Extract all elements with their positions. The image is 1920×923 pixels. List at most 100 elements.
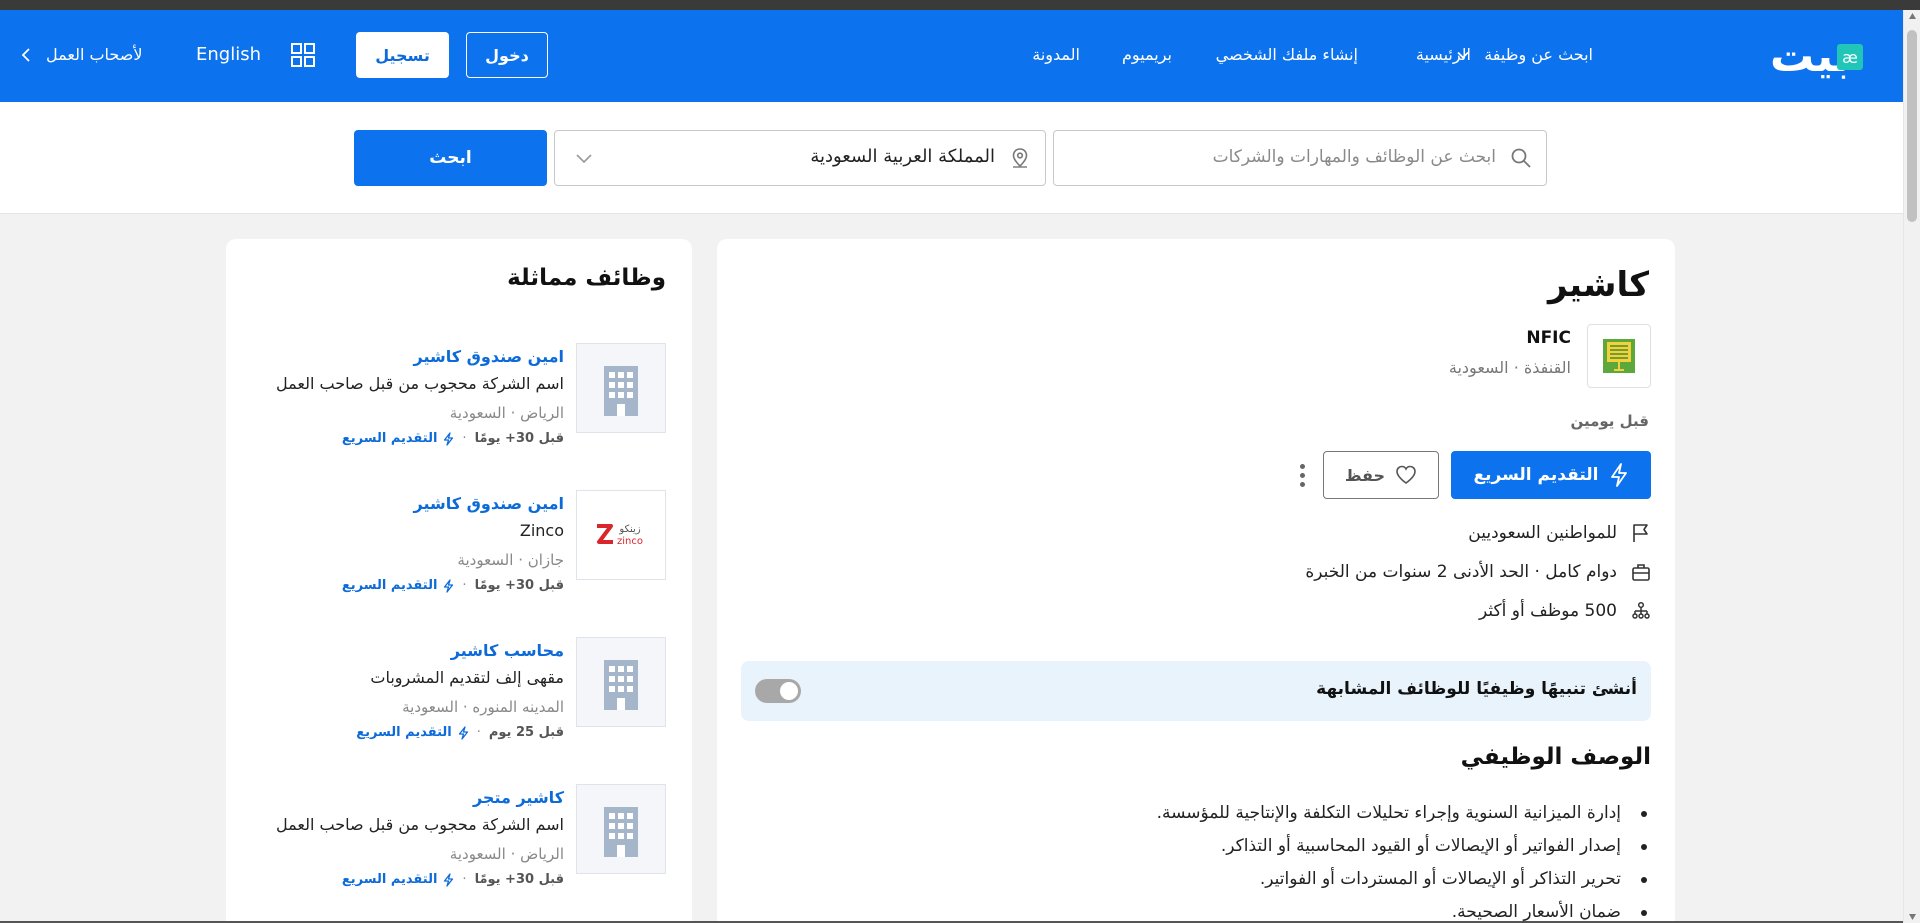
location-value: المملكة العربية السعودية <box>810 146 995 167</box>
scroll-thumb[interactable] <box>1907 30 1917 222</box>
separator-dot: · <box>462 578 467 593</box>
save-label: حفظ <box>1344 465 1386 485</box>
svg-text:æ: æ <box>1842 48 1858 67</box>
description-title: الوصف الوظيفي <box>1460 744 1651 770</box>
separator-dot: · <box>462 872 467 887</box>
nav-blog[interactable]: المدونة <box>1032 40 1080 70</box>
briefcase-icon <box>1632 564 1650 581</box>
job-alert-box: أنشئ تنبيهًا وظيفيًا للوظائف المشابهة <box>741 661 1651 721</box>
similar-job-item[interactable]: زينكو zinco امين صندوق كاشير Zinco جازان… <box>246 490 666 610</box>
similar-job-age: قبل 25 يوم <box>488 725 564 740</box>
save-button[interactable]: حفظ <box>1323 451 1439 499</box>
similar-jobs-card: وظائف مماثلة امين صندوق كاشير اسم الشركة… <box>226 239 692 923</box>
similar-quick-apply[interactable]: التقديم السريع <box>342 431 455 446</box>
nav-find-job[interactable]: ابحث عن وظيفة <box>1456 40 1593 70</box>
flag-icon <box>1633 524 1648 542</box>
posted-time: قبل يومين <box>1570 412 1649 430</box>
similar-quick-apply-label: التقديم السريع <box>356 725 452 740</box>
similar-job-meta: قبل 30+ يومًا · التقديم السريع <box>342 578 564 593</box>
similar-job-company: مقهى إلف لتقديم المشروبات <box>370 668 564 687</box>
scroll-down-icon[interactable] <box>1908 913 1917 921</box>
similar-job-title[interactable]: كاشير متجر <box>473 788 564 807</box>
similar-job-title[interactable]: امين صندوق كاشير <box>414 494 564 513</box>
job-alert-text: أنشئ تنبيهًا وظيفيًا للوظائف المشابهة <box>1316 679 1637 699</box>
company-name[interactable]: NFIC <box>1526 328 1571 348</box>
similar-quick-apply-label: التقديم السريع <box>341 872 438 887</box>
search-bar: ابحث عن الوظائف والمهارات والشركات الممل… <box>0 102 1903 214</box>
similar-job-location: الرياض · السعودية <box>449 404 564 422</box>
logo-badge-icon: æ <box>1837 44 1863 70</box>
nav-premium[interactable]: بريميوم <box>1122 40 1172 70</box>
description-item: تحرير التذاكر أو الإيصالات أو المستردات … <box>1031 863 1651 896</box>
more-options-icon[interactable] <box>1295 458 1309 492</box>
bayt-logo[interactable]: بيت æ <box>1735 30 1863 84</box>
company-logo <box>576 343 666 433</box>
fact-employment: دوام كامل · الحد الأدنى 2 سنوات من الخبر… <box>1305 562 1651 582</box>
quick-apply-label: التقديم السريع <box>1473 465 1599 485</box>
similar-quick-apply-label: التقديم السريع <box>341 431 438 446</box>
similar-job-age: قبل 30+ يومًا <box>474 872 564 887</box>
chevron-down-icon <box>1457 51 1469 59</box>
building-icon <box>604 807 638 857</box>
similar-quick-apply-label: التقديم السريع <box>341 578 438 593</box>
scroll-up-icon[interactable] <box>1908 12 1917 20</box>
apps-grid-icon[interactable] <box>290 42 316 68</box>
job-title: كاشير <box>1547 265 1649 305</box>
register-button[interactable]: تسجيل <box>356 32 449 78</box>
org-chart-icon <box>1632 601 1650 619</box>
similar-job-age: قبل 30+ يومًا <box>474 578 564 593</box>
fact-nationality: للمواطنين السعوديين <box>1468 523 1651 543</box>
similar-quick-apply[interactable]: التقديم السريع <box>342 578 455 593</box>
building-icon <box>604 660 638 710</box>
location-pin-icon <box>1012 148 1028 168</box>
similar-job-meta: قبل 25 يوم · التقديم السريع <box>356 725 564 740</box>
search-button[interactable]: ابحث <box>354 130 547 186</box>
lightning-icon <box>444 872 454 887</box>
company-logo[interactable] <box>1587 324 1651 388</box>
similar-quick-apply[interactable]: التقديم السريع <box>356 725 469 740</box>
lightning-icon <box>458 725 468 740</box>
page-scrollbar[interactable] <box>1903 10 1920 923</box>
lightning-icon <box>444 578 454 593</box>
location-select[interactable]: المملكة العربية السعودية <box>554 130 1046 186</box>
employers-link[interactable]: لأصحاب العمل <box>20 40 142 70</box>
login-button[interactable]: دخول <box>466 32 548 78</box>
similar-job-item[interactable]: كاشير متجر اسم الشركة محجوب من قبل صاحب … <box>246 784 666 904</box>
similar-jobs-title: وظائف مماثلة <box>507 265 666 291</box>
similar-job-meta: قبل 30+ يومًا · التقديم السريع <box>342 431 564 446</box>
company-logo <box>576 637 666 727</box>
heart-icon <box>1396 465 1416 484</box>
similar-job-age: قبل 30+ يومًا <box>474 431 564 446</box>
separator-dot: · <box>462 431 467 446</box>
similar-job-title[interactable]: محاسب كاشير <box>451 641 564 660</box>
description-item: ضمان الأسعار الصحيحة. <box>1031 896 1651 923</box>
similar-job-item[interactable]: امين صندوق كاشير اسم الشركة محجوب من قبل… <box>246 343 666 463</box>
fact-company-size-text: 500 موظف أو أكثر <box>1479 601 1617 621</box>
lightning-icon <box>1611 463 1628 487</box>
quick-apply-button[interactable]: التقديم السريع <box>1451 451 1651 499</box>
fact-company-size: 500 موظف أو أكثر <box>1479 601 1651 621</box>
similar-job-item[interactable]: محاسب كاشير مقهى إلف لتقديم المشروبات ال… <box>246 637 666 757</box>
company-logo <box>576 784 666 874</box>
similar-job-meta: قبل 30+ يومًا · التقديم السريع <box>342 872 564 887</box>
company-location: القنفذة · السعودية <box>1448 358 1571 377</box>
nfic-logo-icon <box>1603 339 1635 373</box>
language-switch[interactable]: English <box>196 40 261 70</box>
similar-job-location: جازان · السعودية <box>457 551 564 569</box>
chevron-left-icon <box>21 48 30 62</box>
nav-create-profile[interactable]: إنشاء ملفك الشخصي <box>1216 40 1358 70</box>
job-details-card: كاشير NFIC القنفذة · السعودية قبل يومين … <box>717 239 1675 923</box>
company-logo: زينكو zinco <box>576 490 666 580</box>
employers-label: لأصحاب العمل <box>46 45 143 64</box>
similar-job-company: اسم الشركة محجوب من قبل صاحب العمل <box>276 815 564 834</box>
top-navigation: بيت æ الرئيسية ابحث عن وظيفة إنشاء ملفك … <box>0 10 1903 102</box>
job-alert-toggle[interactable] <box>755 679 801 703</box>
similar-job-title[interactable]: امين صندوق كاشير <box>414 347 564 366</box>
building-icon <box>604 366 638 416</box>
similar-quick-apply[interactable]: التقديم السريع <box>342 872 455 887</box>
similar-job-company: اسم الشركة محجوب من قبل صاحب العمل <box>276 374 564 393</box>
lightning-icon <box>444 431 454 446</box>
search-input[interactable]: ابحث عن الوظائف والمهارات والشركات <box>1053 130 1547 186</box>
svg-text:zinco: zinco <box>617 536 643 547</box>
fact-nationality-text: للمواطنين السعوديين <box>1468 523 1617 543</box>
